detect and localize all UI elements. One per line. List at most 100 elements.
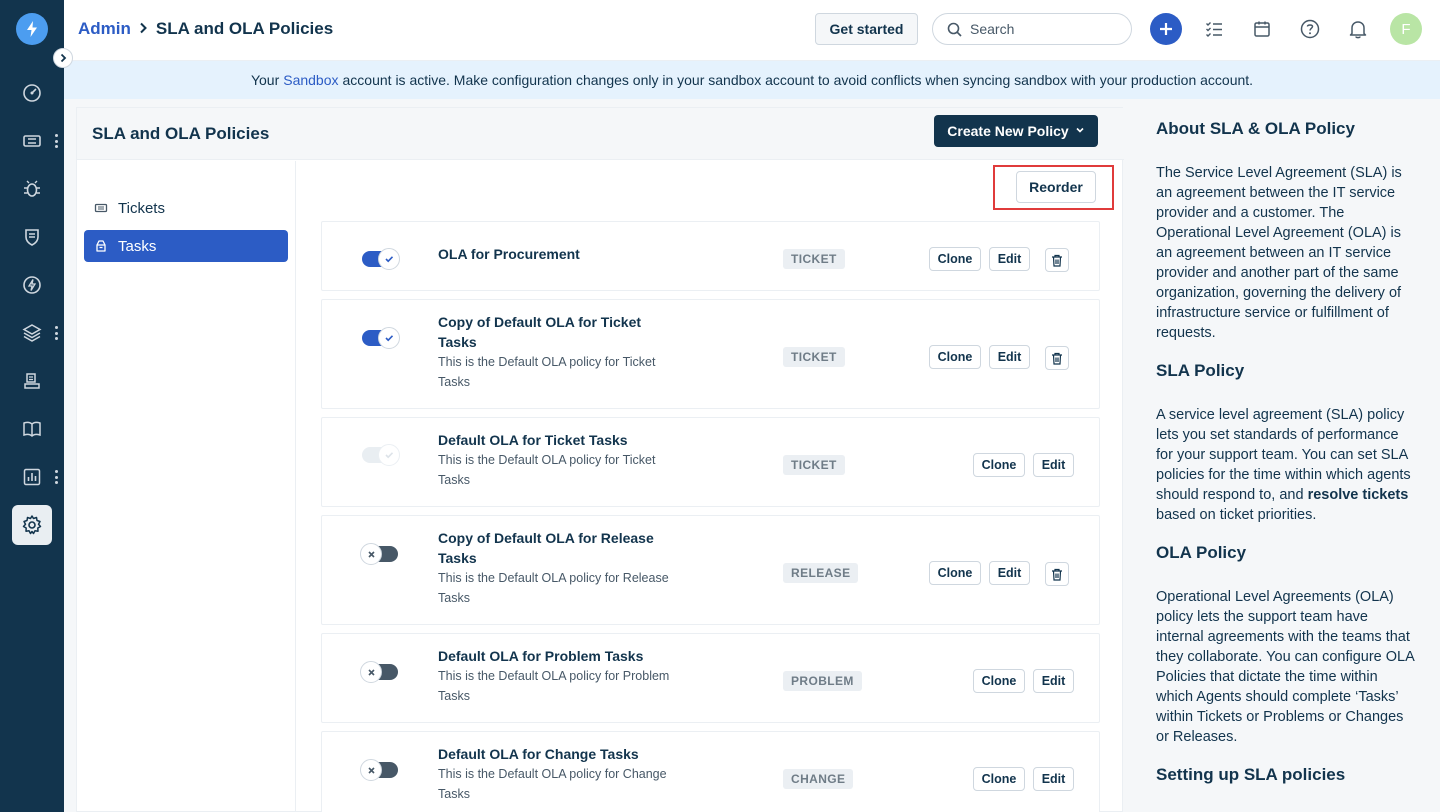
policy-description: This is the Default OLA policy for Relea…	[438, 571, 669, 605]
get-started-button[interactable]: Get started	[815, 13, 918, 45]
clone-button[interactable]: Clone	[973, 669, 1025, 693]
trash-icon[interactable]	[1045, 346, 1069, 370]
clone-button[interactable]: Clone	[973, 453, 1025, 477]
policy-type-tag: PROBLEM	[783, 671, 862, 691]
clone-button[interactable]: Clone	[973, 767, 1025, 791]
policy-title: OLA for Procurement	[438, 246, 580, 262]
edit-button[interactable]: Edit	[989, 561, 1030, 585]
service-catalog-icon[interactable]	[12, 361, 52, 401]
reorder-button[interactable]: Reorder	[1016, 171, 1096, 203]
policy-description: This is the Default OLA policy for Ticke…	[438, 355, 656, 389]
edit-button[interactable]: Edit	[1033, 669, 1074, 693]
chevron-down-icon	[1075, 125, 1085, 138]
sandbox-banner: Your Sandbox account is active. Make con…	[64, 61, 1440, 99]
assets-more-icon[interactable]	[54, 326, 58, 340]
policy-toggle[interactable]	[360, 759, 398, 781]
policies-panel: SLA and OLA Policies Create New Policy T…	[76, 107, 1124, 812]
todo-checklist-icon[interactable]	[1198, 13, 1230, 45]
dashboard-icon[interactable]	[12, 73, 52, 113]
policy-description: This is the Default OLA policy for Probl…	[438, 669, 670, 703]
nav-item-tasks[interactable]: Tasks	[84, 230, 288, 262]
help-info-panel: About SLA & OLA Policy The Service Level…	[1140, 99, 1440, 812]
x-icon	[360, 543, 382, 565]
policy-type-tag: TICKET	[783, 455, 845, 475]
create-new-policy-label: Create New Policy	[947, 123, 1069, 139]
admin-gear-icon[interactable]	[12, 505, 52, 545]
ola-text: Operational Level Agreements (OLA) polic…	[1156, 589, 1414, 745]
policy-type-tag: TICKET	[783, 249, 845, 269]
policy-title: Default OLA for Change Tasks	[438, 746, 639, 762]
panel-title: SLA and OLA Policies	[92, 124, 270, 143]
changes-shield-icon[interactable]	[12, 217, 52, 257]
tickets-icon[interactable]	[12, 121, 52, 161]
policy-title: Copy of Default OLA for Ticket Tasks	[438, 314, 642, 350]
policy-toggle[interactable]	[360, 661, 398, 683]
check-icon	[378, 248, 400, 270]
analytics-more-icon[interactable]	[54, 470, 58, 484]
policy-toggle[interactable]	[362, 327, 400, 349]
policy-description: This is the Default OLA policy for Ticke…	[438, 453, 656, 487]
calendar-icon[interactable]	[1246, 13, 1278, 45]
nav-item-label: Tickets	[118, 199, 165, 217]
policy-toggle	[362, 444, 400, 466]
check-icon	[378, 444, 400, 466]
search-icon	[947, 22, 962, 37]
tickets-more-icon[interactable]	[54, 134, 58, 148]
problems-bug-icon[interactable]	[12, 169, 52, 209]
policy-card: OLA for Procurement TICKET Clone Edit	[321, 221, 1100, 291]
policy-card: Copy of Default OLA for Release Tasks Th…	[321, 515, 1100, 625]
notifications-bell-icon[interactable]	[1342, 13, 1374, 45]
edit-button[interactable]: Edit	[1033, 767, 1074, 791]
sla-text-end: based on ticket priorities.	[1156, 507, 1317, 523]
ola-heading: OLA Policy	[1156, 543, 1247, 562]
clone-button[interactable]: Clone	[929, 561, 981, 585]
add-new-plus-icon[interactable]	[1150, 13, 1182, 45]
trash-icon[interactable]	[1045, 248, 1069, 272]
trash-icon[interactable]	[1045, 562, 1069, 586]
breadcrumb-admin-link[interactable]: Admin	[78, 19, 131, 39]
page-title: SLA and OLA Policies	[155, 19, 334, 38]
sla-text: A service level agreement (SLA) policy l…	[1156, 405, 1414, 525]
user-avatar[interactable]: F	[1390, 13, 1422, 45]
policy-type-tag: CHANGE	[783, 769, 854, 789]
clone-button[interactable]: Clone	[929, 345, 981, 369]
sandbox-link[interactable]: Sandbox	[283, 72, 338, 88]
nav-item-tickets[interactable]: Tickets	[84, 192, 288, 224]
nav-item-label: Tasks	[118, 237, 157, 255]
search-input[interactable]: Search	[932, 13, 1132, 45]
banner-prefix: Your	[250, 72, 280, 88]
edit-button[interactable]: Edit	[989, 247, 1030, 271]
policy-card: Default OLA for Problem Tasks This is th…	[321, 633, 1100, 723]
left-rail	[0, 0, 64, 812]
analytics-chart-icon[interactable]	[12, 457, 52, 497]
policy-card: Default OLA for Change Tasks This is the…	[321, 731, 1100, 812]
panel-header: SLA and OLA Policies Create New Policy	[77, 108, 1124, 160]
top-header: Admin SLA and OLA Policies Get started S…	[64, 0, 1440, 61]
edit-button[interactable]: Edit	[1033, 453, 1074, 477]
policy-toggle[interactable]	[362, 248, 400, 270]
policy-toggle[interactable]	[360, 543, 398, 565]
about-text: The Service Level Agreement (SLA) is an …	[1156, 165, 1402, 341]
solutions-book-icon[interactable]	[12, 409, 52, 449]
x-icon	[360, 661, 382, 683]
policy-title: Default OLA for Problem Tasks	[438, 648, 644, 664]
policy-title: Copy of Default OLA for Release Tasks	[438, 530, 654, 566]
about-heading: About SLA & OLA Policy	[1156, 119, 1355, 138]
policy-type-nav: Tickets Tasks	[77, 161, 296, 812]
search-placeholder: Search	[970, 21, 1015, 37]
check-icon	[378, 327, 400, 349]
policy-title: Default OLA for Ticket Tasks	[438, 432, 628, 448]
clone-button[interactable]: Clone	[929, 247, 981, 271]
x-icon	[360, 759, 382, 781]
policy-description: This is the Default OLA policy for Chang…	[438, 767, 667, 801]
reorder-highlight-box: Reorder	[993, 165, 1114, 210]
edit-button[interactable]: Edit	[989, 345, 1030, 369]
policy-card: Default OLA for Ticket Tasks This is the…	[321, 417, 1100, 507]
create-new-policy-button[interactable]: Create New Policy	[934, 115, 1098, 147]
expand-rail-chevron-icon[interactable]	[53, 48, 73, 68]
releases-bolt-icon[interactable]	[12, 265, 52, 305]
policy-card: Copy of Default OLA for Ticket Tasks Thi…	[321, 299, 1100, 409]
assets-layers-icon[interactable]	[12, 313, 52, 353]
help-question-icon[interactable]	[1294, 13, 1326, 45]
logo-icon[interactable]	[16, 13, 48, 45]
